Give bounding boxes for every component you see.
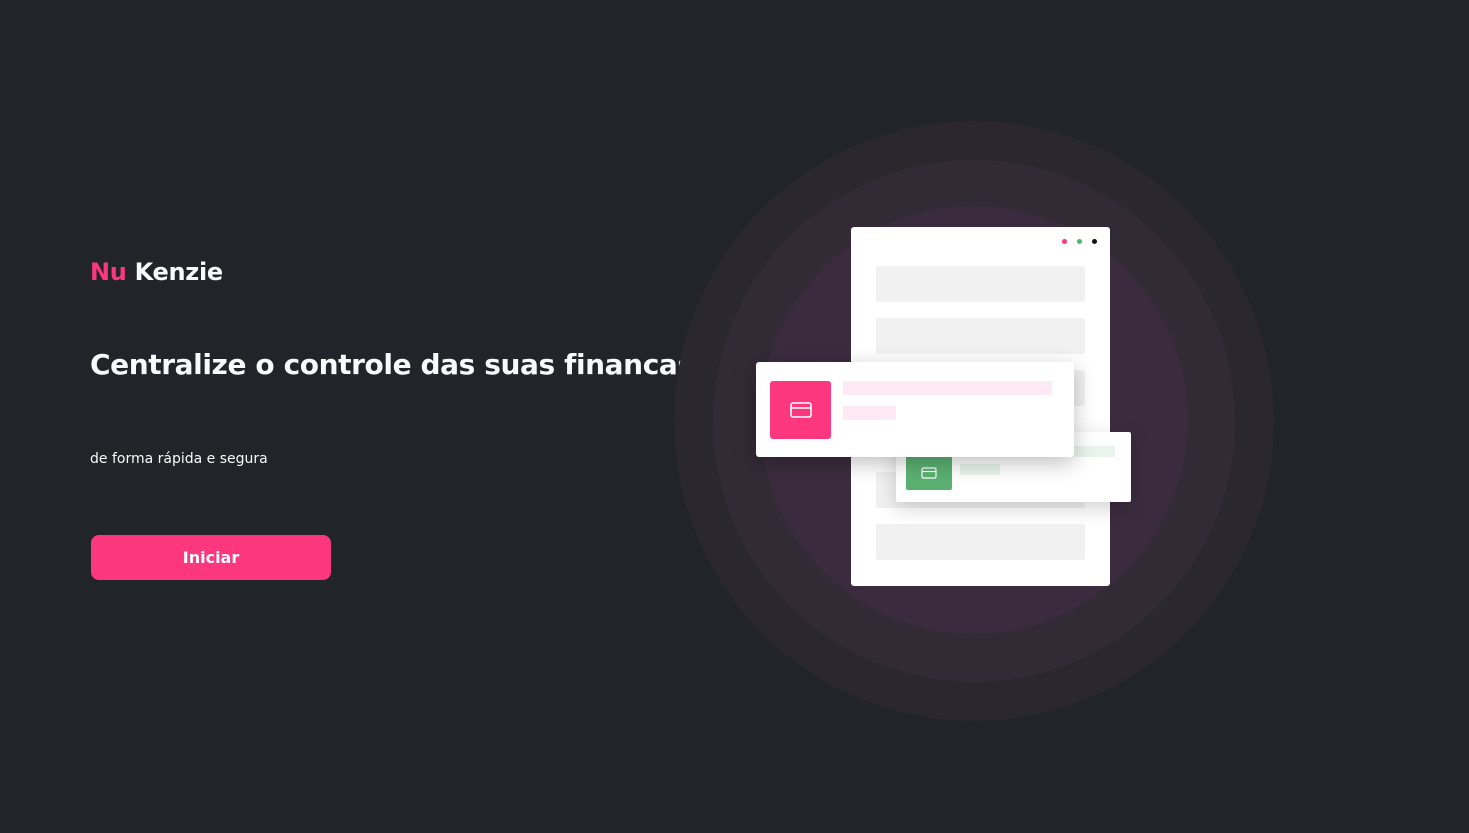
page-subtitle: de forma rápida e segura	[90, 451, 268, 467]
credit-card-icon	[770, 381, 831, 439]
placeholder-line	[843, 406, 896, 420]
placeholder-bar	[876, 318, 1085, 354]
placeholder-line	[843, 381, 1052, 395]
hero-illustration	[660, 110, 1290, 730]
page-headline: Centralize o controle das suas financas	[90, 348, 694, 381]
placeholder-bar	[876, 266, 1085, 302]
window-dot-green	[1077, 239, 1082, 244]
brand-logo-kenzie: Kenzie	[134, 258, 224, 286]
window-dots	[1062, 239, 1097, 244]
placeholder-bar	[876, 524, 1085, 560]
credit-card-icon	[906, 456, 952, 490]
window-dot-pink	[1062, 239, 1067, 244]
start-button[interactable]: Iniciar	[91, 535, 331, 580]
landing-page: Nu Kenzie Centralize o controle das suas…	[0, 0, 1469, 833]
window-dot-black	[1092, 239, 1097, 244]
placeholder-line	[960, 464, 1000, 475]
brand-logo: Nu Kenzie	[90, 258, 223, 286]
mock-transaction-card-expense	[756, 362, 1074, 457]
brand-logo-nu: Nu	[90, 258, 127, 286]
